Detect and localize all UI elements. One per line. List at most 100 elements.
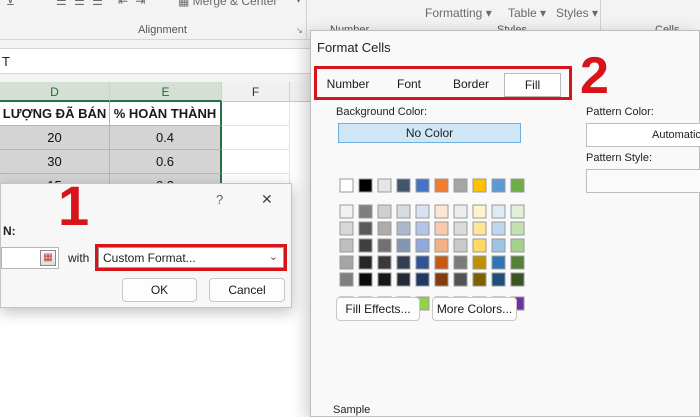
more-colors-button[interactable]: More Colors... <box>432 297 517 321</box>
pattern-style-select[interactable] <box>586 169 700 193</box>
color-palette[interactable] <box>311 143 541 323</box>
color-swatch[interactable] <box>472 178 487 193</box>
color-swatch[interactable] <box>472 272 487 287</box>
merge-dropdown-icon[interactable]: ▾ <box>296 0 301 6</box>
color-swatch[interactable] <box>396 255 411 270</box>
cell-header-e[interactable]: % HOÀN THÀNH <box>110 102 222 126</box>
cell-d-row1[interactable]: 20 <box>0 126 110 150</box>
conditional-formatting-button[interactable]: Formatting ▾ <box>425 6 492 20</box>
color-swatch[interactable] <box>453 272 468 287</box>
ok-button[interactable]: OK <box>122 278 197 302</box>
color-swatch[interactable] <box>453 238 468 253</box>
cell-e-row1[interactable]: 0.4 <box>110 126 222 150</box>
tab-number[interactable]: Number <box>323 73 373 97</box>
text-direction-icon[interactable]: ⊻ <box>6 0 15 8</box>
color-swatch[interactable] <box>358 178 373 193</box>
cell-styles-button[interactable]: Styles ▾ <box>556 6 598 20</box>
color-swatch[interactable] <box>472 238 487 253</box>
color-swatch[interactable] <box>339 238 354 253</box>
cell-header-d[interactable]: LƯỢNG ĐÃ BÁN <box>0 102 110 126</box>
color-swatch[interactable] <box>396 221 411 236</box>
color-swatch[interactable] <box>415 255 430 270</box>
tab-fill[interactable]: Fill <box>504 73 561 97</box>
color-swatch[interactable] <box>434 178 449 193</box>
formula-bar[interactable]: T <box>0 48 320 74</box>
color-swatch[interactable] <box>434 272 449 287</box>
help-icon[interactable]: ? <box>216 192 223 207</box>
color-swatch[interactable] <box>472 221 487 236</box>
color-swatch[interactable] <box>396 178 411 193</box>
color-swatch[interactable] <box>491 255 506 270</box>
cell-d-row2[interactable]: 30 <box>0 150 110 174</box>
color-swatch[interactable] <box>453 178 468 193</box>
color-swatch[interactable] <box>339 272 354 287</box>
color-swatch[interactable] <box>510 255 525 270</box>
color-swatch[interactable] <box>491 178 506 193</box>
close-icon[interactable]: ✕ <box>261 191 273 208</box>
color-swatch[interactable] <box>377 178 392 193</box>
color-swatch[interactable] <box>434 204 449 219</box>
fill-effects-button[interactable]: Fill Effects... <box>336 297 420 321</box>
format-select[interactable]: Custom Format... ⌄ <box>98 247 284 268</box>
color-swatch[interactable] <box>377 238 392 253</box>
color-swatch[interactable] <box>415 204 430 219</box>
color-swatch[interactable] <box>377 255 392 270</box>
color-swatch[interactable] <box>415 178 430 193</box>
color-swatch[interactable] <box>472 204 487 219</box>
color-swatch[interactable] <box>434 221 449 236</box>
color-swatch[interactable] <box>510 204 525 219</box>
color-swatch[interactable] <box>339 204 354 219</box>
cell[interactable] <box>222 102 290 126</box>
color-swatch[interactable] <box>491 204 506 219</box>
color-swatch[interactable] <box>510 272 525 287</box>
color-swatch[interactable] <box>415 221 430 236</box>
color-swatch[interactable] <box>434 255 449 270</box>
color-swatch[interactable] <box>510 221 525 236</box>
color-swatch[interactable] <box>358 204 373 219</box>
alignment-dialog-launcher-icon[interactable]: ↘ <box>296 26 303 35</box>
color-swatch[interactable] <box>491 272 506 287</box>
color-swatch[interactable] <box>339 178 354 193</box>
color-swatch[interactable] <box>377 221 392 236</box>
pattern-color-select[interactable]: Automatic <box>586 123 700 147</box>
range-picker-icon[interactable]: ▦ <box>40 250 56 266</box>
cell[interactable] <box>222 126 290 150</box>
merge-center-button[interactable]: ▦ Merge & Center <box>178 0 277 8</box>
color-swatch[interactable] <box>377 272 392 287</box>
color-swatch[interactable] <box>491 238 506 253</box>
color-swatch[interactable] <box>358 272 373 287</box>
color-swatch[interactable] <box>358 255 373 270</box>
cell[interactable] <box>222 150 290 174</box>
value-input[interactable]: ▦ <box>1 247 59 269</box>
color-swatch[interactable] <box>472 255 487 270</box>
color-swatch[interactable] <box>396 272 411 287</box>
indent-buttons-icon[interactable]: ⇤ ⇥ <box>118 0 147 8</box>
color-swatch[interactable] <box>396 238 411 253</box>
color-swatch[interactable] <box>358 238 373 253</box>
column-header-e[interactable]: E <box>110 82 222 102</box>
color-swatch[interactable] <box>510 178 525 193</box>
color-swatch[interactable] <box>491 221 506 236</box>
cell-e-row2[interactable]: 0.6 <box>110 150 222 174</box>
format-as-table-button[interactable]: Table ▾ <box>508 6 546 20</box>
color-swatch[interactable] <box>358 221 373 236</box>
color-swatch[interactable] <box>434 238 449 253</box>
cancel-button[interactable]: Cancel <box>209 278 285 302</box>
color-swatch[interactable] <box>415 238 430 253</box>
tab-font[interactable]: Font <box>387 73 431 97</box>
align-buttons-icon[interactable]: ☰ ☰ ☰ <box>56 0 105 8</box>
no-color-button[interactable]: No Color <box>338 123 521 143</box>
color-swatch[interactable] <box>339 221 354 236</box>
color-swatch[interactable] <box>339 255 354 270</box>
column-header-d[interactable]: D <box>0 82 110 102</box>
column-header-f[interactable]: F <box>222 82 290 102</box>
color-swatch[interactable] <box>377 204 392 219</box>
color-swatch[interactable] <box>453 221 468 236</box>
color-swatch[interactable] <box>510 238 525 253</box>
step-2-annotation: 2 <box>580 47 609 105</box>
color-swatch[interactable] <box>453 204 468 219</box>
color-swatch[interactable] <box>415 272 430 287</box>
tab-border[interactable]: Border <box>447 73 495 97</box>
color-swatch[interactable] <box>453 255 468 270</box>
color-swatch[interactable] <box>396 204 411 219</box>
